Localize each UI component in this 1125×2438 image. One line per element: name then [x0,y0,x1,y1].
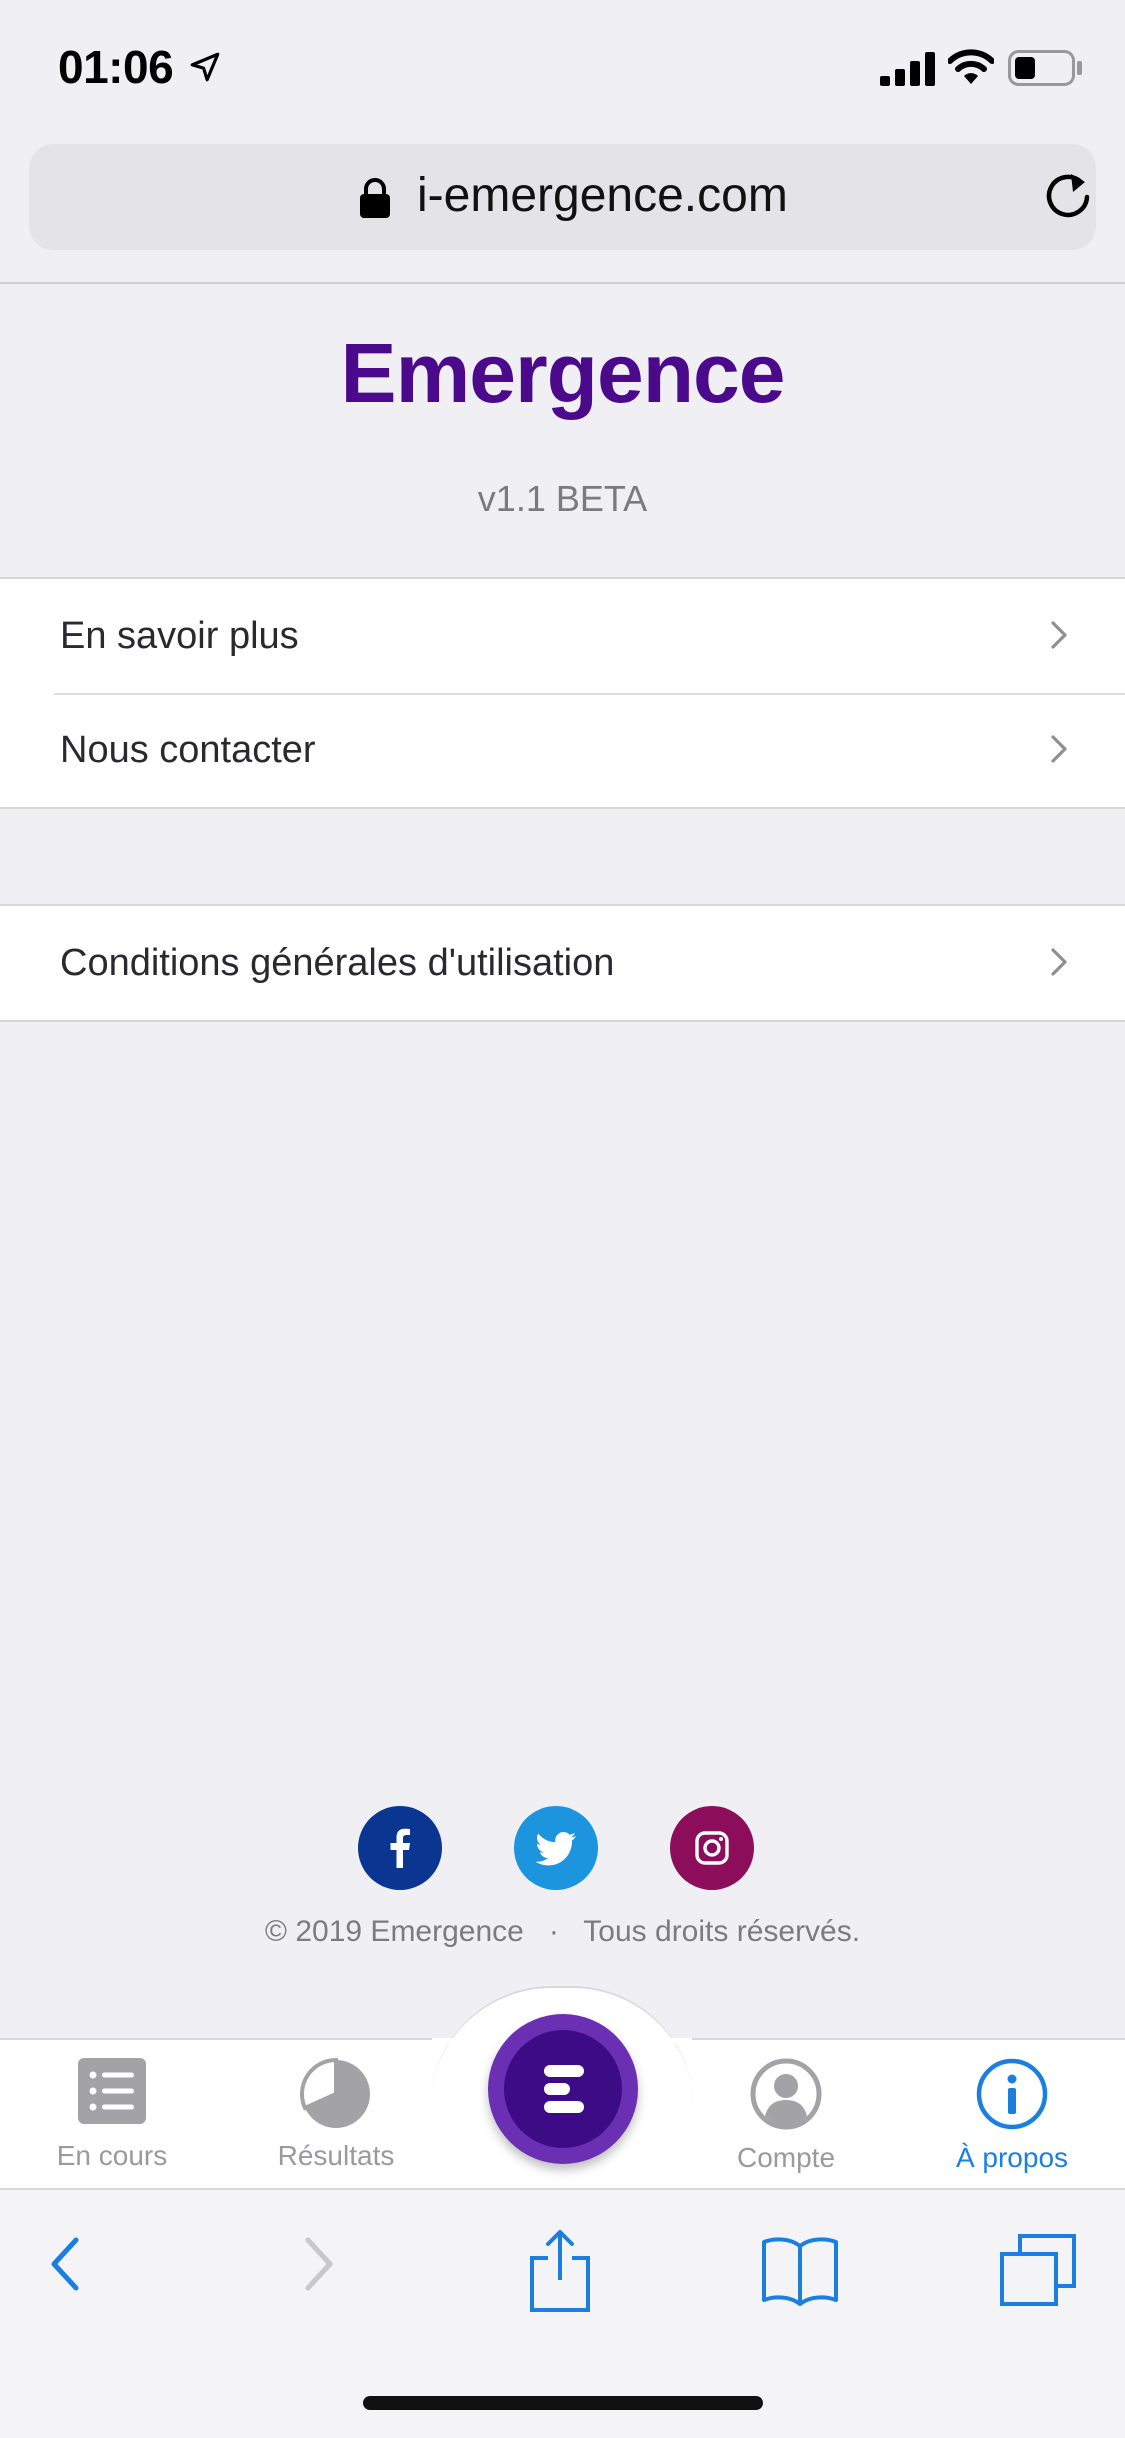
status-bar: 01:06 [0,0,1125,140]
emergence-logo-icon [544,2065,584,2113]
chevron-right-icon [1051,621,1067,649]
share-icon[interactable] [528,2228,592,2314]
info-icon [976,2058,1048,2130]
chevron-right-icon [1051,948,1067,976]
tab-a-propos[interactable]: À propos [922,2058,1102,2178]
tabs-icon[interactable] [998,2232,1078,2308]
tab-label: À propos [955,2142,1069,2173]
menu-item-en-savoir-plus[interactable]: En savoir plus [0,579,1125,693]
tab-label: Résultats [277,2140,395,2171]
address-bar[interactable]: i-emergence.com [29,144,1096,250]
emergence-center-button[interactable] [488,2014,638,2164]
instagram-icon [695,1831,729,1865]
tab-en-cours[interactable]: En cours [22,2058,202,2178]
facebook-icon [390,1828,410,1868]
twitter-icon [535,1832,576,1866]
reload-icon[interactable] [1041,170,1095,224]
status-time: 01:06 [58,41,174,93]
list-icon [78,2058,146,2124]
location-arrow-icon [190,52,220,82]
menu-group-legal: Conditions générales d'utilisation [0,904,1125,1022]
menu-group-info: En savoir plus Nous contacter [0,577,1125,809]
forward-icon[interactable] [296,2234,340,2294]
tab-compte[interactable]: Compte [696,2058,876,2178]
signal-icon [880,52,935,86]
wifi-icon [948,49,994,84]
copyright-text: © 2019 Emergence · Tous droits réservés. [264,1915,861,1948]
back-icon[interactable] [44,2234,88,2294]
instagram-button[interactable] [670,1806,754,1890]
url-text: i-emergence.com [417,169,788,222]
page-title: Emergence [340,326,786,420]
menu-item-conditions[interactable]: Conditions générales d'utilisation [0,906,1125,1020]
divider [0,282,1125,284]
battery-icon [1008,50,1082,86]
chevron-right-icon [1051,735,1067,763]
twitter-button[interactable] [514,1806,598,1890]
tab-label: En cours [56,2140,168,2171]
tab-resultats[interactable]: Résultats [246,2058,426,2178]
menu-item-nous-contacter[interactable]: Nous contacter [0,693,1125,807]
menu-item-label: En savoir plus [60,615,299,657]
menu-item-label: Nous contacter [60,729,316,771]
home-indicator [363,2396,763,2410]
menu-item-label: Conditions générales d'utilisation [60,942,615,984]
lock-icon [360,178,390,218]
facebook-button[interactable] [358,1806,442,1890]
user-icon [750,2058,822,2130]
tab-label: Compte [736,2142,836,2173]
version-label: v1.1 BETA [477,478,648,519]
pie-chart-icon [300,2058,370,2128]
bookmarks-icon[interactable] [760,2234,840,2306]
